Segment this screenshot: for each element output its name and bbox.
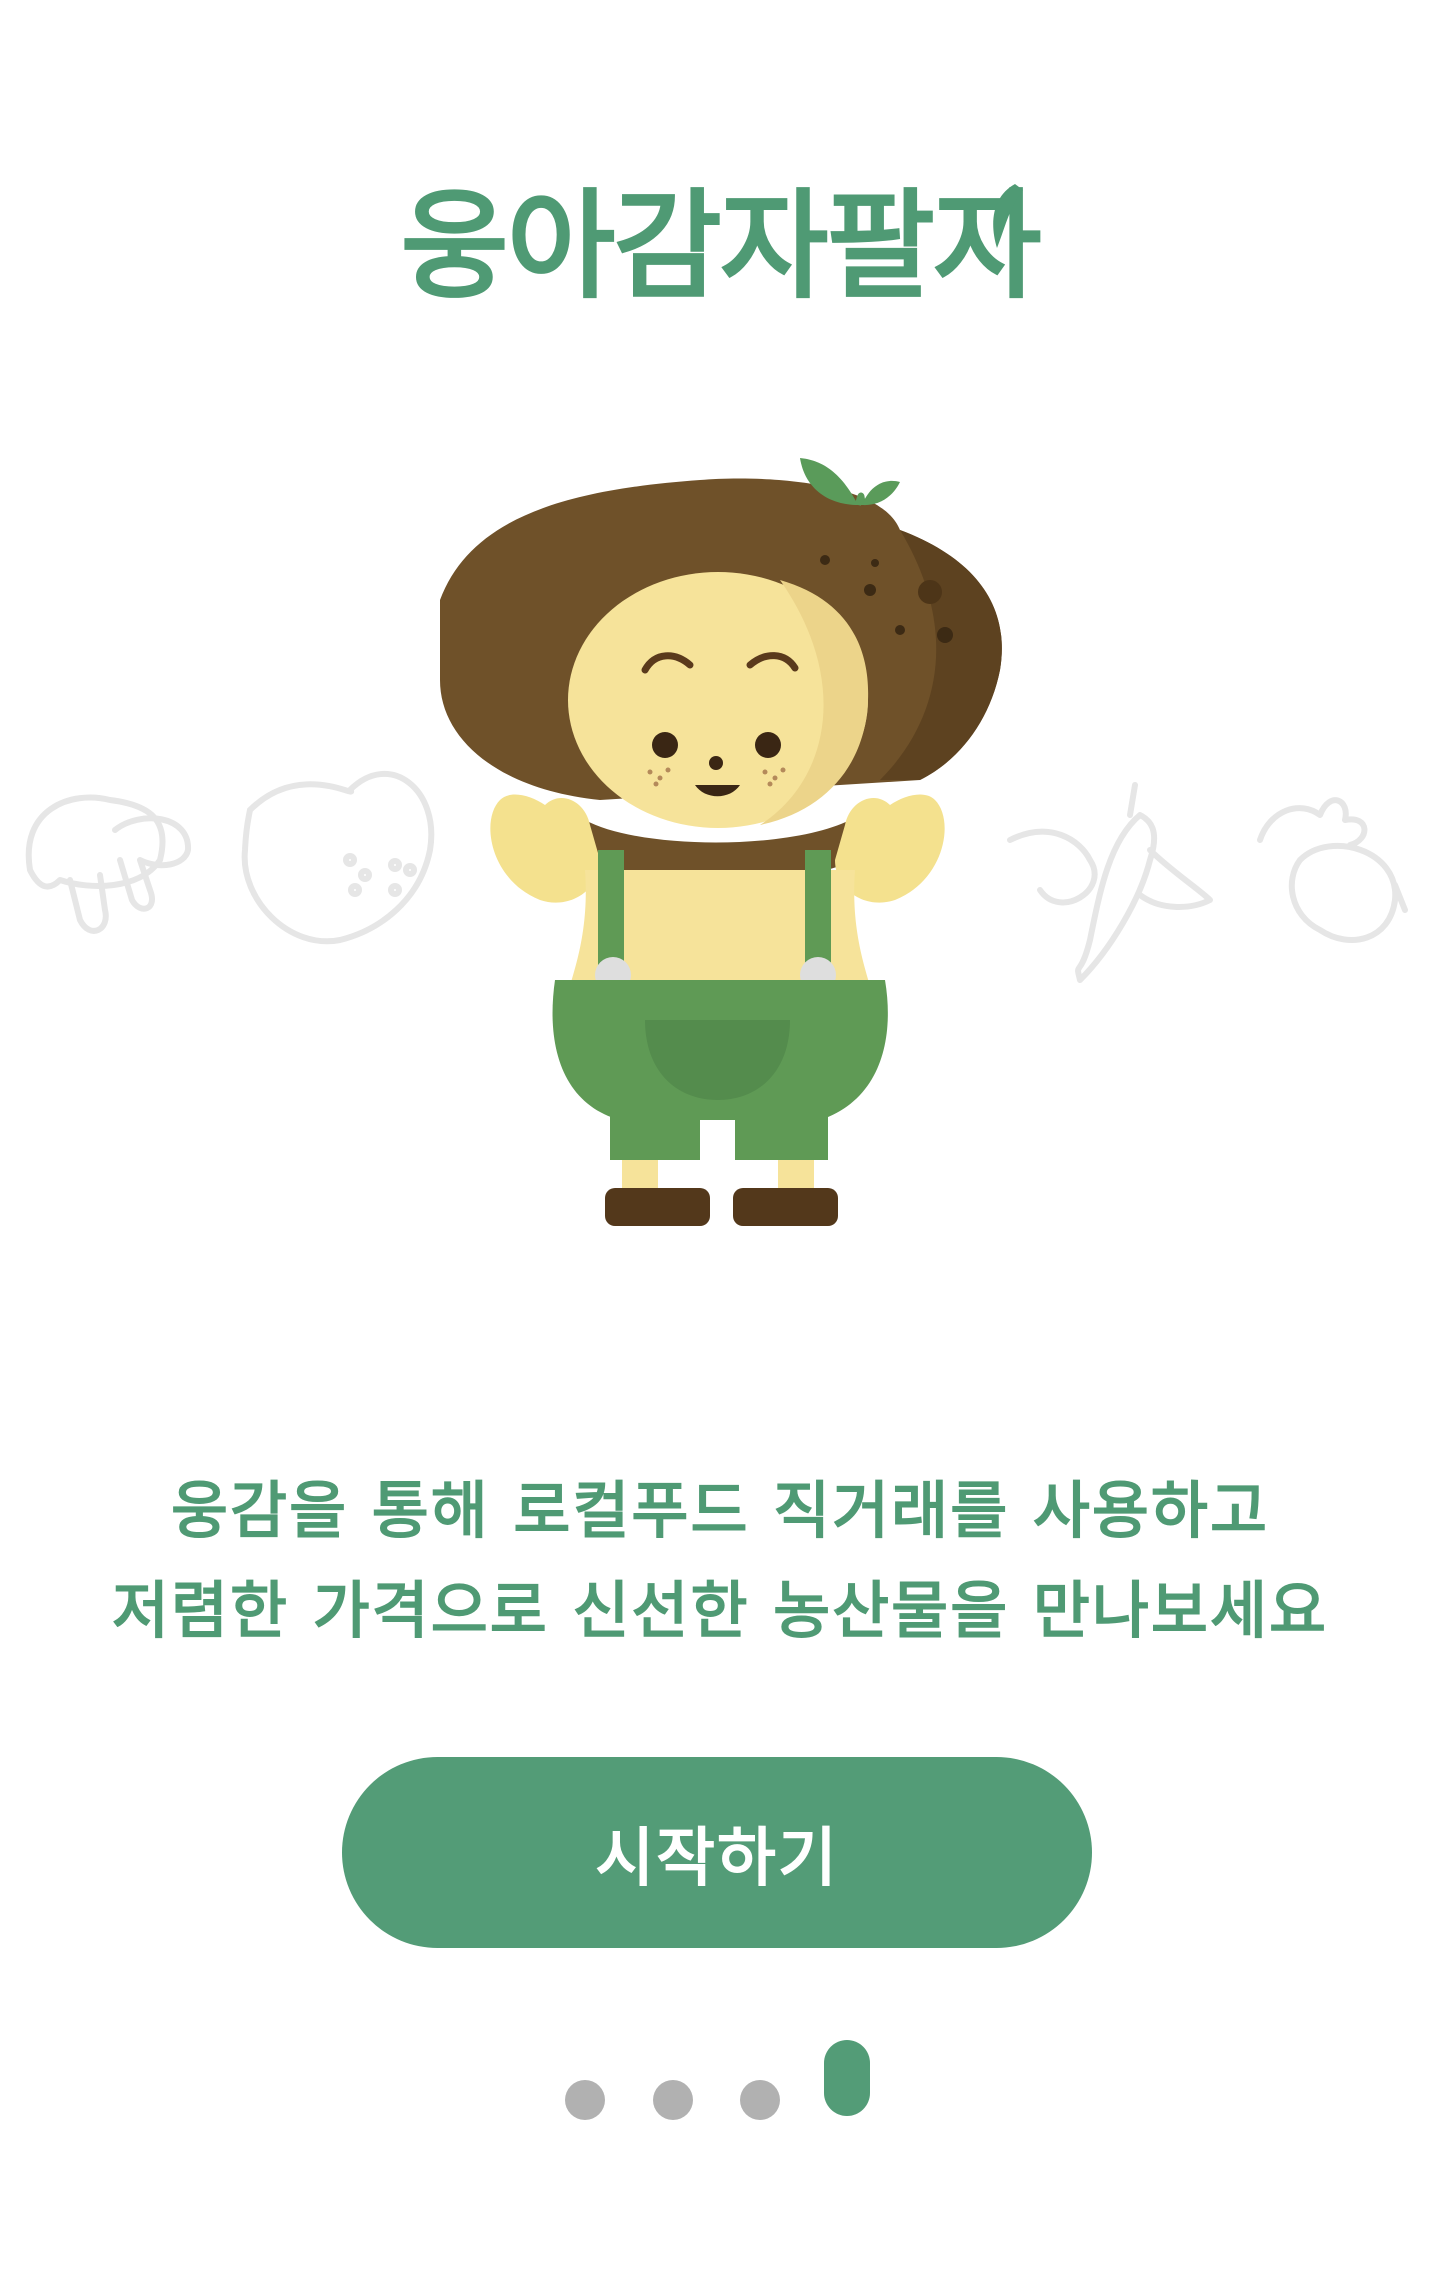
page-indicator bbox=[0, 2040, 1440, 2120]
mascot-character bbox=[440, 458, 1002, 1226]
mushroom-icon bbox=[25, 794, 192, 934]
page-dot-1[interactable] bbox=[565, 2080, 605, 2120]
app-logo: 웅아감자팔자 bbox=[0, 150, 1440, 321]
potato-icon bbox=[241, 770, 435, 945]
intro-line-1: 웅감을 통해 로컬푸드 직거래를 사용하고 bbox=[170, 1474, 1270, 1547]
mascot-illustration bbox=[25, 458, 1408, 1226]
radish-icon bbox=[1257, 797, 1408, 943]
page-dot-4-active[interactable] bbox=[824, 2040, 870, 2116]
page-dot-3[interactable] bbox=[740, 2080, 780, 2120]
start-button-label: 시작하기 bbox=[595, 1821, 839, 1896]
page-dot-2[interactable] bbox=[653, 2080, 693, 2120]
leaf-icon bbox=[993, 184, 1023, 248]
pepper-icon bbox=[1007, 782, 1213, 983]
start-button[interactable]: 시작하기 bbox=[342, 1757, 1092, 1948]
intro-line-2: 저렴한 가격으로 신선한 농산물을 만나보세요 bbox=[111, 1574, 1329, 1647]
app-logo-text: 웅아감자팔자 bbox=[400, 177, 1041, 315]
